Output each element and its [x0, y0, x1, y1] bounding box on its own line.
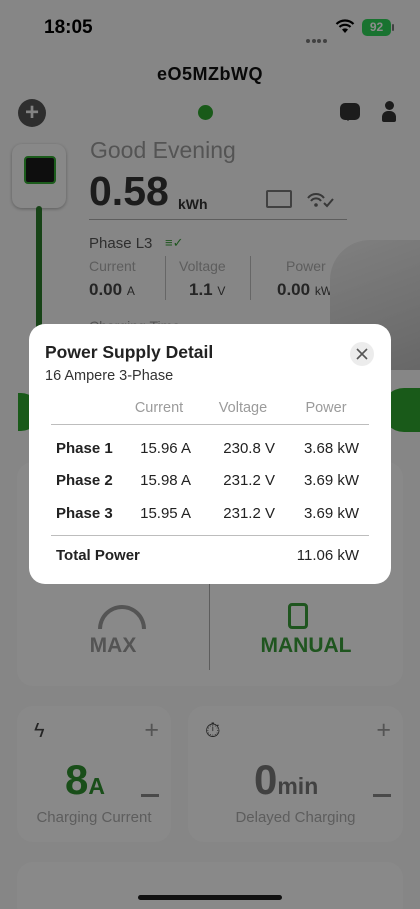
close-button[interactable]: [350, 342, 374, 366]
modal-subtitle: 16 Ampere 3-Phase: [45, 368, 174, 384]
phase-power: 3.68 kW: [303, 440, 359, 457]
phase-power: 3.69 kW: [303, 505, 359, 522]
table-divider: [51, 424, 369, 425]
total-divider: [51, 535, 369, 536]
phase-voltage: 231.2 V: [223, 472, 275, 489]
phase-name: Phase 2: [56, 472, 113, 489]
phase-power: 3.69 kW: [303, 472, 359, 489]
home-indicator: [138, 895, 282, 900]
total-power-label: Total Power: [56, 547, 140, 564]
phase-name: Phase 1: [56, 440, 113, 457]
total-power-value: 11.06 kW: [296, 547, 359, 564]
column-header-power: Power: [305, 400, 347, 416]
table-row: Phase 2 15.98 A 231.2 V 3.69 kW: [29, 472, 391, 494]
column-header-voltage: Voltage: [218, 400, 268, 416]
phase-current: 15.96 A: [140, 440, 191, 457]
close-icon: [356, 348, 368, 360]
power-supply-detail-modal: Power Supply Detail 16 Ampere 3-Phase Cu…: [29, 324, 391, 584]
phase-current: 15.98 A: [140, 472, 191, 489]
modal-title: Power Supply Detail: [45, 342, 214, 362]
column-header-current: Current: [134, 400, 184, 416]
table-row: Phase 3 15.95 A 231.2 V 3.69 kW: [29, 505, 391, 527]
table-row: Phase 1 15.96 A 230.8 V 3.68 kW: [29, 440, 391, 462]
phase-name: Phase 3: [56, 505, 113, 522]
phase-voltage: 231.2 V: [223, 505, 275, 522]
phase-voltage: 230.8 V: [223, 440, 275, 457]
phase-current: 15.95 A: [140, 505, 191, 522]
